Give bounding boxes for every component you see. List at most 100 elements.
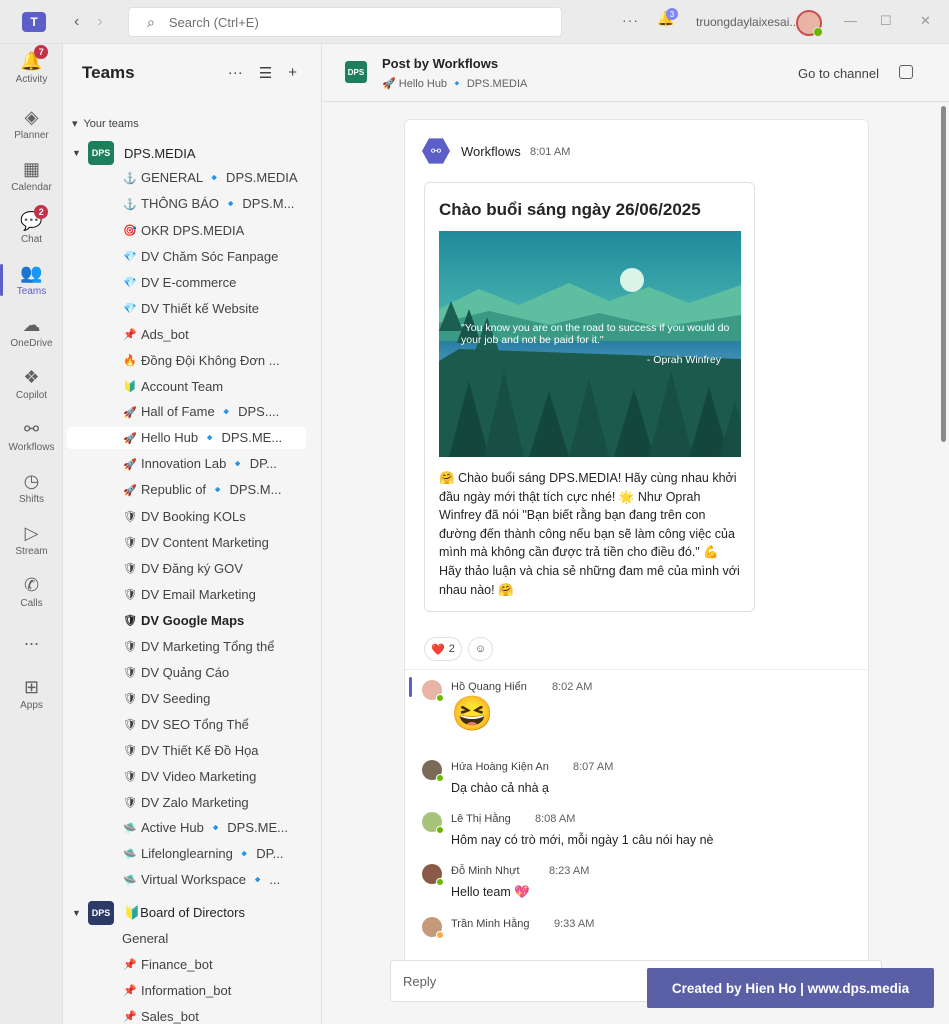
channel-item[interactable]: 💎 DV Chăm Sóc Fanpage [122, 245, 306, 267]
user-name: truongdaylaixesai... [696, 15, 800, 29]
team-dps-media[interactable]: ▼ DPS DPS.MEDIA [72, 141, 196, 165]
channel-item[interactable]: 📌 Finance_bot [122, 953, 306, 975]
rail-apps[interactable]: ⊞ Apps [0, 676, 63, 711]
channel-item[interactable]: 🎯 OKR DPS.MEDIA [122, 219, 306, 241]
channel-item[interactable]: 🛡 DV Zalo Marketing [122, 791, 306, 813]
back-arrow-icon[interactable]: ‹ [74, 13, 79, 31]
notification-bell-icon[interactable]: 🔔 3 [657, 8, 678, 32]
channel-item[interactable]: 🚀 Republic of 🔹 DPS.M... [122, 479, 306, 501]
team-name: DPS.MEDIA [124, 145, 196, 161]
add-icon[interactable]: + [288, 64, 297, 82]
channel-label: DV SEO Tổng Thể [141, 716, 249, 732]
post-header: DPS Post by Workflows 🚀 Hello Hub 🔹 DPS.… [323, 44, 949, 102]
channel-label: DV Content Marketing [141, 534, 269, 550]
channel-item[interactable]: 💎 DV Thiết kế Website [122, 297, 306, 319]
channel-item[interactable]: 💎 DV E-commerce [122, 271, 306, 293]
channel-label: DV Thiết kế Website [141, 300, 260, 316]
rail-planner[interactable]: ◈ Planner [0, 106, 63, 141]
more-options-icon[interactable]: ··· [622, 12, 639, 28]
forward-arrow-icon[interactable]: › [97, 13, 102, 31]
reply-time: 9:33 AM [554, 918, 595, 930]
channel-item[interactable]: 🔥 Đồng Đội Không Đơn ... [122, 349, 306, 371]
filter-icon[interactable]: ☰ [259, 64, 272, 82]
rail-activity[interactable]: 🔔 7 Activity [0, 45, 63, 85]
channel-item[interactable]: 🛡 DV Google Maps [122, 609, 306, 631]
add-reaction-button[interactable]: ☺ [467, 637, 494, 661]
channel-item[interactable]: 📌 Information_bot [122, 979, 306, 1001]
channel-item[interactable]: 🛸 Lifelonglearning 🔹 DP... [122, 843, 306, 865]
channel-item[interactable]: 🛡 DV Thiết Kế Đồ Họa [122, 739, 306, 761]
scrollbar[interactable] [941, 106, 946, 442]
channel-item[interactable]: 🛡 DV Seeding [122, 687, 306, 709]
channel-item[interactable]: 📌 Sales_bot [122, 1005, 306, 1024]
minimize-icon[interactable]: — [844, 13, 857, 28]
rail-calls[interactable]: ✆ Calls [0, 574, 63, 609]
section-your-teams[interactable]: ▾ Your teams [72, 117, 139, 130]
presence-icon [436, 826, 444, 834]
channel-label: Account Team [141, 378, 224, 394]
rail-calendar[interactable]: ▦ Calendar [0, 158, 63, 193]
channel-emoji-icon: 🛡 [123, 666, 137, 679]
popout-icon[interactable] [899, 65, 913, 79]
reply-author[interactable]: Lê Thị Hằng [451, 813, 511, 825]
reply-author[interactable]: Trần Minh Hằng [451, 918, 529, 930]
channel-item[interactable]: 🛡 DV Marketing Tổng thể [122, 635, 306, 657]
planner-icon: ◈ [24, 107, 39, 127]
go-to-channel-button[interactable]: Go to channel [798, 66, 879, 81]
rail-more[interactable]: ... [0, 628, 63, 650]
channel-label: OKR DPS.MEDIA [141, 222, 245, 238]
channel-label: Active Hub 🔹 DPS.ME... [141, 820, 288, 835]
reply-author[interactable]: Hồ Quang Hiển [451, 681, 527, 693]
avatar[interactable] [422, 917, 444, 939]
channel-item[interactable]: 🛡 DV Email Marketing [122, 583, 306, 605]
channel-item[interactable]: 🔰 Account Team [122, 375, 306, 397]
rail-copilot[interactable]: ❖ Copilot [0, 366, 63, 401]
phone-icon: ✆ [23, 575, 40, 595]
channel-item[interactable]: 🚀 Innovation Lab 🔹 DP... [122, 453, 306, 475]
channel-item[interactable]: General [122, 927, 306, 949]
reply-placeholder: Reply [403, 973, 437, 989]
reaction-count: 2 [448, 643, 455, 655]
channel-label: Finance_bot [141, 956, 213, 972]
team-board-of-directors[interactable]: ▼ DPS 🔰Board of Directors [72, 901, 245, 925]
channel-item[interactable]: 🚀 Hello Hub 🔹 DPS.ME... [67, 427, 306, 449]
channel-item[interactable]: 🛡 DV Video Marketing [122, 765, 306, 787]
channel-item[interactable]: 🛡 DV Booking KOLs [122, 505, 306, 527]
channel-item[interactable]: 📌 Ads_bot [122, 323, 306, 345]
rail-stream[interactable]: ▷ Stream [0, 522, 63, 557]
channel-item[interactable]: 🛡 DV Đăng ký GOV [122, 557, 306, 579]
channel-item[interactable]: 🛸 Virtual Workspace 🔹 ... [122, 869, 306, 891]
more-options-icon[interactable]: ··· [228, 64, 243, 82]
chevron-down-icon: ▼ [72, 908, 81, 918]
breadcrumb[interactable]: 🚀 Hello Hub 🔹 DPS.MEDIA [382, 77, 527, 90]
channel-item[interactable]: ⚓ GENERAL 🔹 DPS.MEDIA [122, 167, 306, 189]
post-author[interactable]: Workflows [461, 144, 521, 159]
rail-label: Stream [15, 546, 48, 557]
channel-item[interactable]: 🛡 DV SEO Tổng Thể [122, 713, 306, 735]
rail-chat[interactable]: 💬 2 Chat [0, 205, 63, 245]
presence-icon [436, 774, 444, 782]
channel-item[interactable]: 🚀 Hall of Fame 🔹 DPS.... [122, 401, 306, 423]
presence-icon [436, 931, 444, 939]
channel-item[interactable]: 🛸 Active Hub 🔹 DPS.ME... [122, 817, 306, 839]
avatar[interactable] [422, 680, 444, 702]
channel-emoji-icon: 🛡 [123, 588, 137, 601]
user-avatar[interactable] [796, 10, 823, 37]
heart-reaction[interactable]: ❤️ 2 [424, 637, 462, 661]
channel-item[interactable]: 🛡 DV Content Marketing [122, 531, 306, 553]
maximize-icon[interactable]: ☐ [880, 13, 892, 29]
channel-item[interactable]: ⚓ THÔNG BÁO 🔹 DPS.M... [122, 193, 306, 215]
reply-author[interactable]: Hứa Hoàng Kiện An [451, 761, 549, 773]
avatar[interactable] [422, 812, 444, 834]
rail-teams[interactable]: 👥 Teams [0, 262, 63, 297]
avatar[interactable] [422, 864, 444, 886]
reply-author[interactable]: Đỗ Minh Nhựt [451, 865, 520, 877]
rail-shifts[interactable]: ◷ Shifts [0, 470, 63, 505]
search-input[interactable]: ⌕ Search (Ctrl+E) [128, 7, 562, 37]
rail-workflows[interactable]: ⚯ Workflows [0, 418, 63, 453]
rail-onedrive[interactable]: ☁ OneDrive [0, 314, 63, 349]
channel-item[interactable]: 🛡 DV Quảng Cáo [122, 661, 306, 683]
reply-text: Hôm nay có trò mới, mỗi ngày 1 câu nói h… [451, 833, 714, 847]
close-icon[interactable]: ✕ [920, 13, 931, 29]
avatar[interactable] [422, 760, 444, 782]
